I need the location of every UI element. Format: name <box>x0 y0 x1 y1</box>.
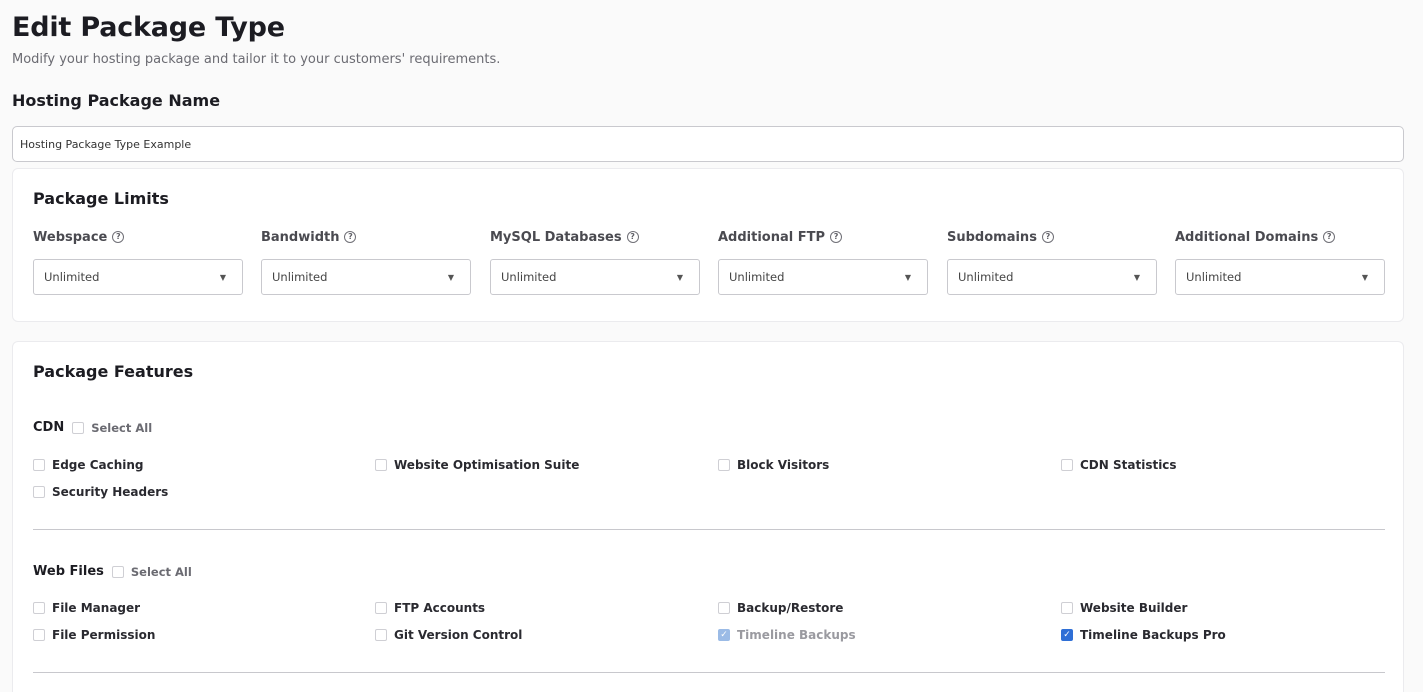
feature-timeline-backups: ✓ Timeline Backups <box>718 628 856 642</box>
limit-label: Subdomains <box>947 229 1037 245</box>
limit-label: Webspace <box>33 229 108 245</box>
help-circle-icon[interactable]: ? <box>830 231 843 243</box>
section-divider <box>33 672 1385 673</box>
feature-cdn-statistics[interactable]: CDN Statistics <box>1061 458 1177 472</box>
feature-label: Timeline Backups <box>737 628 856 642</box>
feature-label: Website Optimisation Suite <box>394 458 580 472</box>
checkbox[interactable] <box>33 459 45 471</box>
package-features-title: Package Features <box>33 362 194 381</box>
checkbox[interactable] <box>375 459 387 471</box>
webspace-select[interactable]: Unlimited ▼ <box>33 259 243 295</box>
caret-down-icon: ▼ <box>676 272 683 282</box>
caret-down-icon: ▼ <box>219 272 226 282</box>
web-files-select-all[interactable]: Select All <box>111 564 192 579</box>
checkbox[interactable] <box>718 459 730 471</box>
select-value: Unlimited <box>1186 270 1242 284</box>
limit-bandwidth: Bandwidth? Unlimited ▼ <box>261 229 471 295</box>
feature-label: FTP Accounts <box>394 601 486 615</box>
feature-label: Timeline Backups Pro <box>1080 628 1226 642</box>
caret-down-icon: ▼ <box>447 272 454 282</box>
select-value: Unlimited <box>729 270 785 284</box>
caret-down-icon: ▼ <box>1133 272 1140 282</box>
feature-label: Block Visitors <box>737 458 830 472</box>
checkbox[interactable] <box>1061 602 1073 614</box>
feature-label: File Manager <box>52 601 141 615</box>
help-circle-icon[interactable]: ? <box>1323 231 1336 243</box>
checkbox-checked-disabled: ✓ <box>718 629 730 641</box>
additional-domains-select[interactable]: Unlimited ▼ <box>1175 259 1385 295</box>
bandwidth-select[interactable]: Unlimited ▼ <box>261 259 471 295</box>
checkbox[interactable] <box>33 629 45 641</box>
select-all-label: Select All <box>91 420 153 435</box>
package-limits-title: Package Limits <box>33 189 169 208</box>
section-divider <box>33 529 1385 530</box>
checkbox[interactable] <box>718 602 730 614</box>
limit-label: Additional FTP <box>718 229 826 245</box>
feature-label: File Permission <box>52 628 156 642</box>
help-circle-icon[interactable]: ? <box>112 231 125 243</box>
subdomains-select[interactable]: Unlimited ▼ <box>947 259 1157 295</box>
feature-label: Backup/Restore <box>737 601 844 615</box>
caret-down-icon: ▼ <box>1361 272 1368 282</box>
select-value: Unlimited <box>272 270 328 284</box>
feature-edge-caching[interactable]: Edge Caching <box>33 458 144 472</box>
feature-ftp-accounts[interactable]: FTP Accounts <box>375 601 485 615</box>
limit-label: Additional Domains <box>1175 229 1319 245</box>
checkbox[interactable] <box>375 629 387 641</box>
package-name-input[interactable] <box>12 126 1404 162</box>
feature-label: CDN Statistics <box>1080 458 1177 472</box>
help-circle-icon[interactable]: ? <box>626 231 639 243</box>
limit-additional-domains: Additional Domains? Unlimited ▼ <box>1175 229 1385 295</box>
checkbox-checked[interactable]: ✓ <box>1061 629 1073 641</box>
caret-down-icon: ▼ <box>904 272 911 282</box>
feature-label: Edge Caching <box>52 458 144 472</box>
feature-git-version-control[interactable]: Git Version Control <box>375 628 522 642</box>
page-subtitle: Modify your hosting package and tailor i… <box>12 52 501 67</box>
help-circle-icon[interactable]: ? <box>344 231 357 243</box>
check-icon: ✓ <box>720 629 728 640</box>
select-value: Unlimited <box>501 270 557 284</box>
feature-timeline-backups-pro[interactable]: ✓ Timeline Backups Pro <box>1061 628 1226 642</box>
checkbox[interactable] <box>111 565 124 578</box>
feature-file-permission[interactable]: File Permission <box>33 628 155 642</box>
package-features-card: Package Features CDN Select All Edge Cac… <box>12 341 1404 692</box>
feature-label: Website Builder <box>1080 601 1188 615</box>
help-circle-icon[interactable]: ? <box>1041 231 1054 243</box>
feature-label: Security Headers <box>52 485 169 499</box>
checkbox[interactable] <box>33 602 45 614</box>
feature-website-optimisation-suite[interactable]: Website Optimisation Suite <box>375 458 579 472</box>
mysql-databases-select[interactable]: Unlimited ▼ <box>490 259 700 295</box>
feature-website-builder[interactable]: Website Builder <box>1061 601 1187 615</box>
section-title: CDN <box>33 420 65 435</box>
section-cdn-header: CDN Select All <box>33 420 152 435</box>
limit-additional-ftp: Additional FTP? Unlimited ▼ <box>718 229 928 295</box>
package-name-heading: Hosting Package Name <box>12 91 221 110</box>
feature-backup-restore[interactable]: Backup/Restore <box>718 601 843 615</box>
checkbox[interactable] <box>375 602 387 614</box>
package-limits-card: Package Limits Webspace? Unlimited ▼ Band… <box>12 168 1404 322</box>
check-icon: ✓ <box>1063 629 1071 640</box>
section-title: Web Files <box>33 564 104 579</box>
limit-webspace: Webspace? Unlimited ▼ <box>33 229 243 295</box>
limit-label: MySQL Databases <box>490 229 622 245</box>
cdn-select-all[interactable]: Select All <box>72 421 152 435</box>
limit-subdomains: Subdomains? Unlimited ▼ <box>947 229 1157 295</box>
select-value: Unlimited <box>44 270 100 284</box>
checkbox[interactable] <box>1061 459 1073 471</box>
section-web-files-header: Web Files Select All <box>33 564 192 579</box>
select-all-label: Select All <box>130 564 192 579</box>
checkbox[interactable] <box>33 486 45 498</box>
feature-file-manager[interactable]: File Manager <box>33 601 140 615</box>
feature-security-headers[interactable]: Security Headers <box>33 485 168 499</box>
select-value: Unlimited <box>958 270 1014 284</box>
feature-block-visitors[interactable]: Block Visitors <box>718 458 829 472</box>
limit-label: Bandwidth <box>261 229 340 245</box>
page-title: Edit Package Type <box>12 12 285 43</box>
limit-mysql-databases: MySQL Databases? Unlimited ▼ <box>490 229 700 295</box>
feature-label: Git Version Control <box>394 628 523 642</box>
additional-ftp-select[interactable]: Unlimited ▼ <box>718 259 928 295</box>
checkbox[interactable] <box>72 421 85 434</box>
